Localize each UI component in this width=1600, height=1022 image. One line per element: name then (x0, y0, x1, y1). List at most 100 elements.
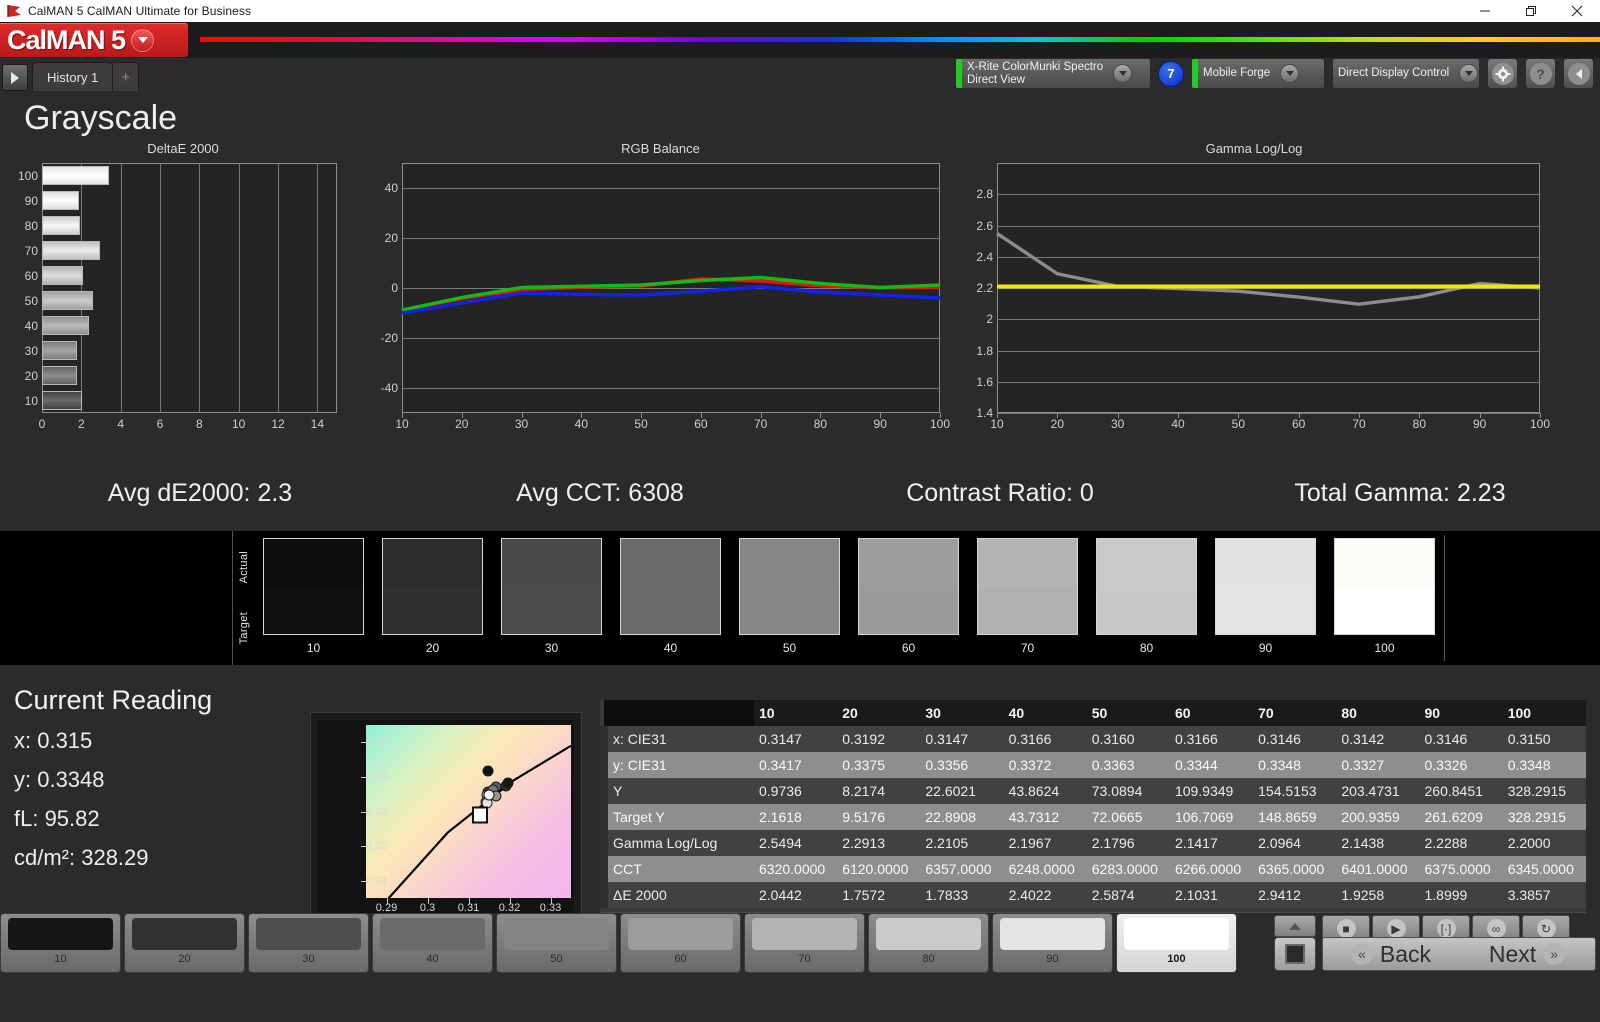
patch-select-button[interactable]: 70 (744, 913, 865, 973)
current-reading-panel: Current Reading x: 0.315 y: 0.3348 fL: 9… (0, 665, 300, 913)
cie-plot-area (366, 725, 571, 898)
cie-point (483, 789, 495, 801)
table-cell: 2.0964 (1258, 835, 1301, 851)
deltae-xtick: 14 (310, 417, 325, 431)
current-reading-heading: Current Reading (14, 685, 213, 715)
table-cell: 6266.0000 (1174, 861, 1242, 877)
calman-logo-button[interactable]: CalMAN 5 (0, 23, 188, 57)
deltae-xtick: 10 (231, 417, 246, 431)
patch-select-button[interactable]: 40 (372, 913, 493, 973)
xtick-label: 80 (1412, 417, 1427, 431)
source-selector[interactable]: Mobile Forge (1191, 58, 1325, 89)
collapse-panel-button[interactable] (1563, 58, 1594, 89)
window-controls (1462, 0, 1600, 22)
patch-select-button[interactable]: 100 (1116, 913, 1237, 973)
deltae-ytick: 40 (24, 318, 38, 333)
patch-level-label: 100 (1167, 953, 1186, 965)
table-cell: 0.3326 (1424, 757, 1468, 773)
cie-xtick (468, 898, 470, 904)
table-cell: 2.1417 (1174, 835, 1218, 851)
table-cell: 1.8999 (1424, 887, 1468, 903)
next-button[interactable]: Next » (1459, 941, 1595, 968)
patch-cell: 30 (492, 531, 611, 665)
patch-select-button[interactable]: 60 (620, 913, 741, 973)
patch-level-label: 40 (663, 641, 678, 655)
table-row: ΔE 2000 2.0442 1.7572 1.7833 2.4022 2.5874 2.1… (600, 882, 1586, 908)
patch-select-button[interactable]: 50 (496, 913, 617, 973)
settings-button[interactable] (1487, 58, 1518, 89)
patch-color-swatch (504, 918, 609, 950)
deltae-ytick: 90 (24, 193, 38, 208)
chevron-down-icon[interactable] (1113, 64, 1133, 83)
deltae-bar (42, 216, 80, 235)
back-chevron-icon: « (1350, 943, 1373, 965)
table-cell: 0.3147 (925, 731, 969, 747)
table-cell: 6375.0000 (1424, 861, 1491, 877)
play-icon: ▶ (1386, 919, 1406, 938)
table-cell: 43.7312 (1008, 809, 1060, 825)
table-cell: 203.4731 (1341, 783, 1400, 799)
target-label: Target (237, 612, 250, 645)
triangle-up-icon[interactable] (1274, 915, 1316, 937)
close-icon[interactable] (1554, 0, 1600, 22)
cie-ytick (361, 811, 367, 813)
patch-select-button[interactable]: 90 (992, 913, 1113, 973)
patch-select-button[interactable]: 10 (0, 913, 121, 973)
gamma-chart: Gamma Log/Log 2.8 2.6 2.4 2.2 2 1.8 1.6 1.4 10 2… (965, 141, 1550, 441)
patch-actual-half (1097, 539, 1196, 587)
table-row-label: Gamma Log/Log (600, 830, 754, 856)
patch-cell: 80 (1087, 531, 1206, 665)
restore-icon[interactable] (1508, 0, 1554, 22)
patch-select-button[interactable]: 80 (868, 913, 989, 973)
deltae-ytick: 60 (24, 268, 38, 283)
back-button[interactable]: « Back (1323, 941, 1459, 968)
cie-ytick (361, 880, 367, 882)
patch-select-button[interactable]: 30 (248, 913, 369, 973)
table-cell: 2.2105 (925, 835, 969, 851)
cie-chart: 0.310.320.330.340.350.290.30.310.320.33 (310, 712, 582, 934)
play-right-icon[interactable] (2, 64, 28, 91)
table-row-label: x: CIE31 (600, 726, 754, 752)
cie-point (502, 777, 514, 789)
patch-cell: 90 (1206, 531, 1325, 665)
table-cell: 2.4022 (1008, 887, 1052, 903)
table-cell: 0.3146 (1258, 731, 1301, 747)
chevron-down-icon[interactable] (1459, 64, 1479, 83)
table-cell: 0.3344 (1174, 757, 1218, 773)
xtick-label: 50 (634, 417, 648, 431)
table-cell: 2.1438 (1341, 835, 1385, 851)
add-tab-button[interactable]: + (113, 62, 140, 91)
cie-xtick (427, 898, 429, 904)
ytick-label: 2.2 (976, 281, 993, 295)
meter-count-badge[interactable]: 7 (1158, 60, 1184, 87)
deltae-xtick: 6 (156, 417, 164, 431)
display-control-selector[interactable]: Direct Display Control (1332, 58, 1480, 89)
ytick-label: 2.6 (976, 218, 993, 233)
table-cell: 2.2000 (1507, 835, 1551, 851)
tab-history-1[interactable]: History 1 (32, 62, 114, 91)
patch-cell: 70 (968, 531, 1087, 665)
meter-selector[interactable]: X-Rite ColorMunki Spectro Direct View (955, 58, 1151, 89)
minimize-icon[interactable] (1462, 0, 1508, 22)
patch-level-label: 30 (544, 641, 559, 655)
chevron-down-icon[interactable] (131, 28, 155, 52)
measurement-table: 10 20 30 40 50 60 70 80 90 100 x: CIE31 0.3147 0.31… (600, 700, 1586, 920)
contrast-ratio-value: Contrast Ratio: 0 (906, 479, 1094, 507)
patch-target-half (740, 586, 839, 634)
deltae-ytick: 10 (24, 393, 38, 408)
table-cell: 2.5494 (759, 835, 802, 851)
refresh-icon: ↻ (1536, 919, 1556, 938)
deltae-xtick: 0 (38, 417, 46, 431)
xtick-label: 90 (1472, 417, 1487, 431)
window-titlebar: CalMAN 5 CalMAN Ultimate for Business (0, 0, 1600, 22)
patch-select-button[interactable]: 20 (124, 913, 245, 973)
triangle-left-icon (1567, 62, 1590, 85)
stop-square-icon[interactable] (1274, 937, 1316, 971)
patch-level-label: 20 (425, 641, 440, 655)
xtick-label: 20 (455, 417, 469, 431)
patch-level-label: 10 (306, 641, 321, 655)
table-cell: 9.5176 (842, 809, 886, 825)
chevron-down-icon[interactable] (1280, 64, 1300, 83)
help-button[interactable]: ? (1525, 58, 1556, 89)
bottom-toolbar: 10 20 30 40 50 60 70 80 90 100 ■ ▶ [·] ∞ ↻ « Back Nex… (0, 913, 1600, 973)
